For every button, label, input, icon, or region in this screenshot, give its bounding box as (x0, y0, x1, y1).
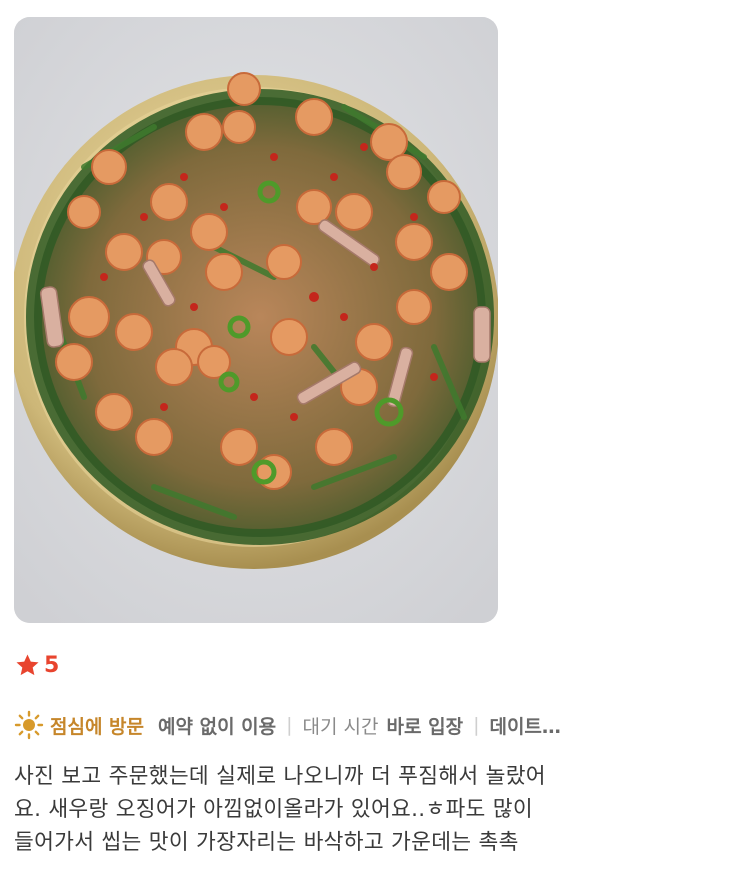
wait-label: 대기 시간 (302, 715, 379, 738)
review-photo[interactable] (14, 17, 498, 623)
review-text[interactable]: 사진 보고 주문했는데 실제로 나오니까 더 푸짐해서 놀랐어 요. 새우랑 오… (14, 760, 726, 880)
wait-value: 바로 입장 (386, 715, 464, 738)
seafood-pancake-photo (14, 17, 498, 623)
rating-value: 5 (44, 653, 60, 678)
review-line: 요. 새우랑 오징어가 아낌없이올라가 있어요..ㅎ파도 많이 (14, 797, 533, 822)
reservation-tag: 예약 없이 이용 (158, 715, 277, 738)
rating: 5 (14, 652, 59, 679)
text-fade (14, 854, 726, 880)
purpose-tag[interactable]: 데이트… (489, 712, 560, 739)
visit-tags: 점심에 방문 예약 없이 이용 | 대기 시간 바로 입장 | 데이트… (14, 708, 714, 742)
tag-divider: | (286, 714, 293, 736)
star-icon (16, 654, 39, 676)
review-line: 사진 보고 주문했는데 실제로 나오니까 더 푸짐해서 놀랐어 (14, 764, 546, 789)
visit-time-tag: 점심에 방문 (50, 715, 145, 738)
sun-icon (14, 710, 44, 740)
tag-divider: | (473, 714, 480, 736)
